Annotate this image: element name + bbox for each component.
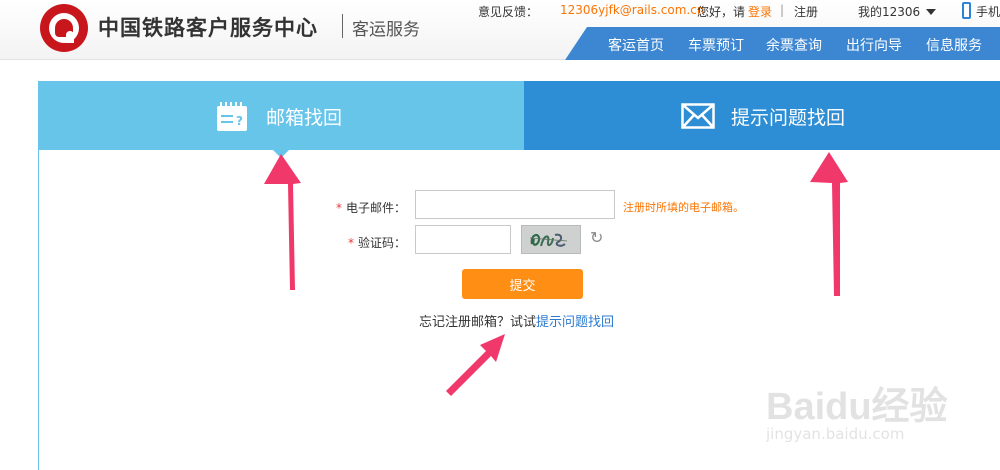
email-label: * 电子邮件： <box>336 199 406 216</box>
mobile-phone-icon[interactable] <box>962 2 971 19</box>
nav-item-home[interactable]: 客运首页 <box>608 35 664 55</box>
register-link[interactable]: 注册 <box>794 3 818 20</box>
tab-question-recovery[interactable]: 提示问题找回 <box>524 81 1000 150</box>
mobile-link[interactable]: 手机 <box>976 3 1000 20</box>
site-subtitle: 客运服务 <box>352 20 420 40</box>
feedback-email-link[interactable]: 12306yjfk@rails.com.cn <box>560 3 704 17</box>
email-label-text: 电子邮件： <box>346 201 407 215</box>
required-mark: * <box>348 236 354 250</box>
tab-email-recovery[interactable]: ? 邮箱找回 <box>38 81 524 150</box>
greeting-text: 您好，请 <box>697 5 746 19</box>
login-link[interactable]: 登录 <box>748 3 772 20</box>
site-brand[interactable]: 中国铁路客户服务中心 <box>98 12 318 42</box>
nav-item-booking[interactable]: 车票预订 <box>688 35 744 55</box>
nav-item-ticket-query[interactable]: 余票查询 <box>766 35 822 55</box>
watermark-url: jingyan.baidu.com <box>766 425 905 443</box>
calendar-form-icon: ? <box>217 102 247 131</box>
question-recovery-link[interactable]: 提示问题找回 <box>536 315 614 330</box>
refresh-icon[interactable]: ↻ <box>590 228 603 247</box>
captcha-field[interactable] <box>415 225 511 254</box>
submit-button[interactable]: 提交 <box>462 269 583 299</box>
nav-item-travel-guide[interactable]: 出行向导 <box>846 35 902 55</box>
email-field[interactable] <box>415 190 615 219</box>
chevron-down-icon[interactable] <box>926 9 936 15</box>
my12306-menu[interactable]: 我的12306 <box>858 3 920 20</box>
email-hint: 注册时所填的电子邮箱。 <box>623 201 744 214</box>
brand-divider <box>342 14 343 38</box>
page: 中国铁路客户服务中心 客运服务 意见反馈： 12306yjfk@rails.co… <box>0 0 1000 470</box>
tab-email-label: 邮箱找回 <box>266 107 343 129</box>
envelope-icon <box>681 103 715 129</box>
captcha-label-text: 验证码： <box>358 236 407 250</box>
forgot-email-tip: 忘记注册邮箱？试试提示问题找回 <box>419 311 614 330</box>
svg-text:?: ? <box>236 114 243 128</box>
captcha-glyphs <box>529 233 568 247</box>
topbar-divider: | <box>780 3 785 17</box>
watermark-brand: Baidu经验 <box>766 386 948 428</box>
tab-question-label: 提示问题找回 <box>731 107 846 129</box>
forgot-email-text: 忘记注册邮箱？试试 <box>419 315 537 330</box>
site-header: 中国铁路客户服务中心 客运服务 意见反馈： 12306yjfk@rails.co… <box>0 0 1000 60</box>
nav-item-info-service[interactable]: 信息服务 <box>926 35 982 55</box>
required-mark: * <box>336 201 342 215</box>
captcha-label: * 验证码： <box>348 234 406 251</box>
railway-logo-icon[interactable] <box>40 4 88 52</box>
captcha-image[interactable] <box>521 225 581 254</box>
feedback-label: 意见反馈： <box>478 5 539 19</box>
main-nav: 客运首页 车票预订 余票查询 出行向导 信息服务 <box>565 27 1000 60</box>
baidu-watermark: Baidu经验 jingyan.baidu.com <box>766 375 980 445</box>
